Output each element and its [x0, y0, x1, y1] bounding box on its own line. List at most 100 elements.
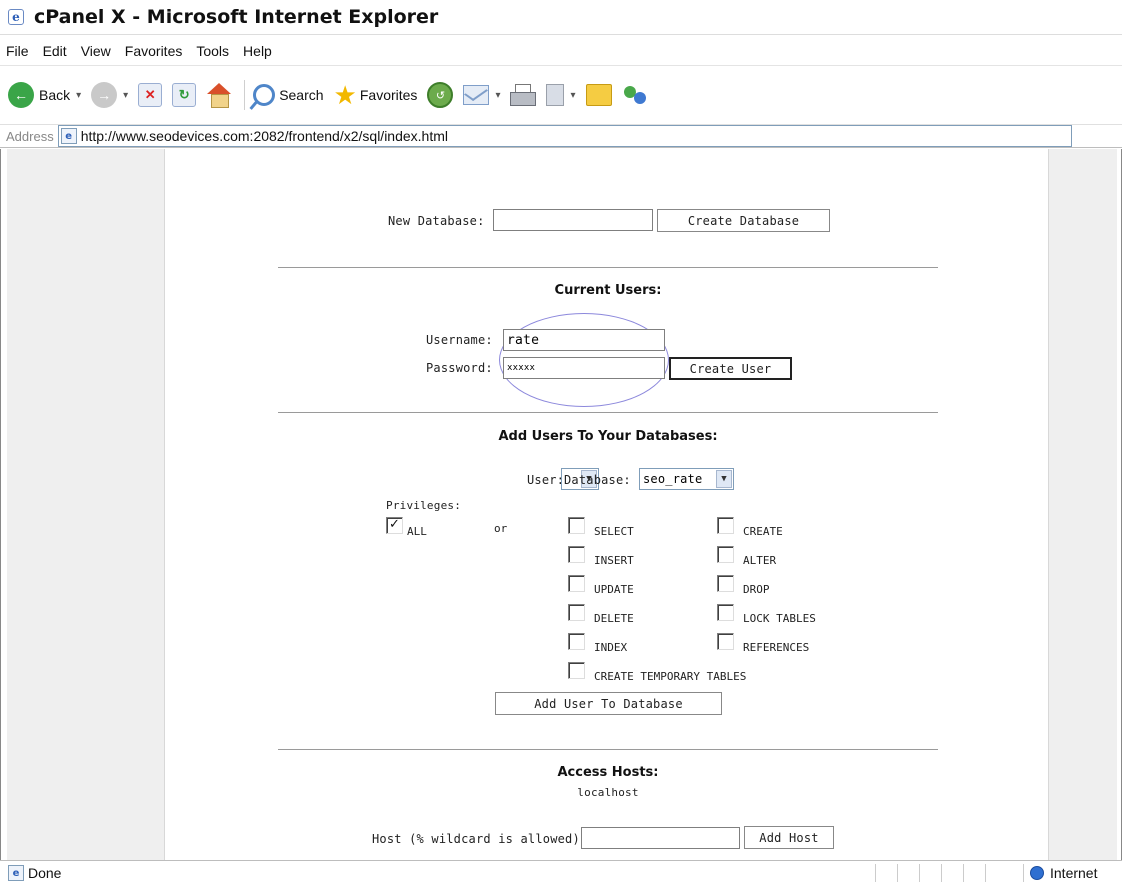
host-input[interactable] — [581, 827, 740, 849]
back-dropdown-icon[interactable]: ▾ — [76, 90, 81, 101]
status-bar: e Done Internet — [0, 860, 1122, 885]
drop-privilege-label: DROP — [743, 583, 770, 596]
history-icon: ↺ — [427, 82, 454, 108]
add-user-to-database-button[interactable]: Add User To Database — [495, 692, 722, 715]
menu-edit[interactable]: Edit — [43, 43, 67, 59]
home-icon — [206, 83, 232, 108]
section-divider — [278, 267, 938, 268]
username-label: Username: — [426, 333, 493, 347]
alter-privilege-checkbox[interactable] — [717, 546, 734, 563]
messenger-icon — [622, 82, 650, 108]
access-host-entry: localhost — [577, 786, 639, 799]
lock-tables-privilege-label: LOCK TABLES — [743, 612, 816, 625]
address-url[interactable]: http://www.seodevices.com:2082/frontend/… — [81, 128, 448, 144]
delete-privilege-label: DELETE — [594, 612, 634, 625]
alter-privilege-label: ALTER — [743, 554, 777, 567]
or-label: or — [494, 522, 508, 535]
page-viewport: New Database: Create Database Current Us… — [0, 149, 1122, 860]
search-button[interactable]: Search — [253, 84, 324, 106]
index-privilege-checkbox[interactable] — [568, 633, 585, 650]
user-select-label: User: — [527, 473, 565, 487]
password-label: Password: — [426, 361, 493, 375]
back-label: Back — [39, 87, 71, 103]
status-text: Done — [28, 865, 62, 881]
host-label: Host (% wildcard is allowed): — [372, 832, 588, 846]
delete-privilege-checkbox[interactable] — [568, 604, 585, 621]
all-privileges-checkbox[interactable]: ✓ — [386, 517, 403, 534]
refresh-button[interactable]: ↻ — [172, 83, 197, 107]
add-host-button[interactable]: Add Host — [744, 826, 834, 849]
status-panels — [875, 864, 1007, 882]
section-divider — [278, 749, 938, 750]
back-arrow-icon: ← — [8, 82, 34, 108]
search-label: Search — [279, 87, 324, 103]
forward-dropdown-icon[interactable]: ▾ — [123, 90, 128, 101]
page-icon: e — [60, 128, 77, 144]
access-hosts-heading: Access Hosts: — [557, 765, 659, 780]
folder-icon — [585, 84, 612, 106]
right-margin — [1048, 149, 1117, 860]
print-button[interactable] — [510, 84, 537, 106]
mail-dropdown-icon[interactable]: ▾ — [495, 90, 500, 101]
edit-dropdown-icon[interactable]: ▾ — [570, 90, 575, 101]
references-privilege-checkbox[interactable] — [717, 633, 734, 650]
create-temporary-tables-privilege-label: CREATE TEMPORARY TABLES — [594, 670, 747, 683]
page-done-icon: e — [8, 865, 24, 881]
new-database-label: New Database: — [388, 214, 485, 228]
browser-toolbar: ← Back ▾ → ▾ ✕ ↻ Search ★ Favorites ↺ ▾ … — [0, 67, 1122, 123]
history-button[interactable]: ↺ — [427, 82, 454, 108]
globe-icon — [1030, 866, 1044, 880]
create-privilege-label: CREATE — [743, 525, 783, 538]
privileges-label: Privileges: — [386, 499, 462, 512]
menu-file[interactable]: File — [6, 43, 29, 59]
lock-tables-privilege-checkbox[interactable] — [717, 604, 734, 621]
menu-tools[interactable]: Tools — [196, 43, 229, 59]
stop-button[interactable]: ✕ — [138, 83, 163, 107]
favorites-label: Favorites — [359, 87, 418, 103]
printer-icon — [510, 84, 537, 106]
edit-document-icon — [546, 84, 565, 106]
insert-privilege-label: INSERT — [594, 554, 634, 567]
database-select[interactable]: seo_rate ▼ — [639, 468, 734, 490]
window-title: cPanel X - Microsoft Internet Explorer — [34, 6, 439, 28]
all-privileges-label: ALL — [407, 525, 427, 538]
new-database-input[interactable] — [493, 209, 653, 231]
update-privilege-label: UPDATE — [594, 583, 634, 596]
favorites-button[interactable]: ★ Favorites — [334, 82, 418, 108]
zone-label: Internet — [1050, 865, 1098, 881]
left-margin — [7, 149, 165, 860]
menu-favorites[interactable]: Favorites — [125, 43, 183, 59]
forward-arrow-icon: → — [91, 82, 118, 108]
update-privilege-checkbox[interactable] — [568, 575, 585, 592]
messenger-button[interactable] — [622, 82, 650, 108]
password-input[interactable]: xxxxx — [503, 357, 665, 379]
address-bar: Address e http://www.seodevices.com:2082… — [0, 124, 1122, 148]
internet-explorer-icon: e — [8, 9, 24, 25]
mail-button[interactable]: ▾ — [463, 85, 500, 105]
menu-bar: File Edit View Favorites Tools Help — [0, 36, 1122, 66]
back-button[interactable]: ← Back ▾ — [8, 82, 81, 108]
references-privilege-label: REFERENCES — [743, 641, 810, 654]
insert-privilege-checkbox[interactable] — [568, 546, 585, 563]
drop-privilege-checkbox[interactable] — [717, 575, 734, 592]
discuss-button[interactable] — [585, 84, 612, 106]
home-button[interactable] — [206, 83, 232, 108]
menu-view[interactable]: View — [81, 43, 111, 59]
create-privilege-checkbox[interactable] — [717, 517, 734, 534]
index-privilege-label: INDEX — [594, 641, 628, 654]
create-temporary-tables-privilege-checkbox[interactable] — [568, 662, 585, 679]
username-input[interactable]: rate — [503, 329, 665, 351]
select-privilege-checkbox[interactable] — [568, 517, 585, 534]
create-user-button[interactable]: Create User — [669, 357, 792, 380]
database-select-value: seo_rate — [643, 472, 703, 486]
window-title-bar: e cPanel X - Microsoft Internet Explorer — [0, 0, 1122, 35]
edit-button[interactable]: ▾ — [546, 84, 576, 106]
create-database-button[interactable]: Create Database — [657, 209, 830, 232]
current-users-heading: Current Users: — [554, 283, 662, 298]
menu-help[interactable]: Help — [243, 43, 272, 59]
forward-button[interactable]: → ▾ — [91, 82, 128, 108]
toolbar-separator — [244, 80, 246, 110]
security-zone: Internet — [1023, 864, 1097, 882]
address-label: Address — [6, 128, 54, 144]
address-field[interactable]: e http://www.seodevices.com:2082/fronten… — [57, 125, 1072, 147]
